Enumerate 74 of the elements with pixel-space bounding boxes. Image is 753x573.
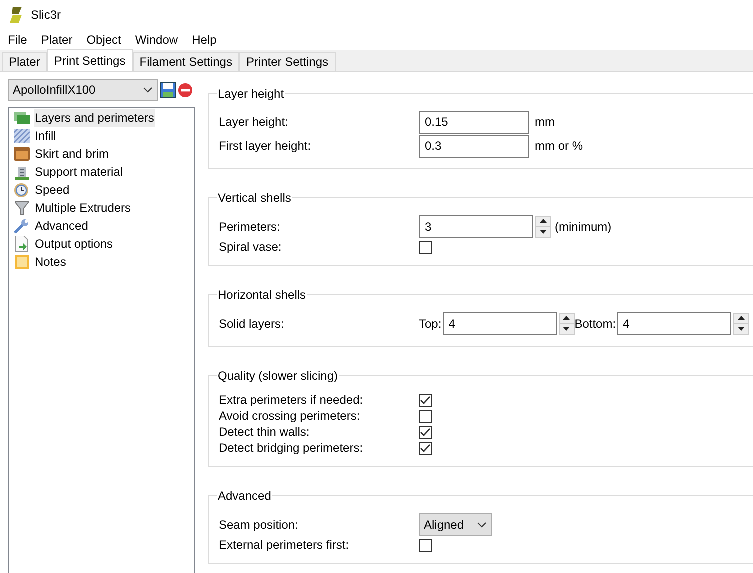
chevron-down-icon	[143, 87, 153, 93]
layers-icon	[14, 112, 30, 124]
check-icon	[420, 396, 431, 404]
input-field[interactable]: 0.15	[419, 110, 529, 134]
building-icon	[14, 164, 28, 180]
sidebar-item[interactable]: Advanced	[34, 217, 90, 235]
menu-item[interactable]: Plater	[34, 31, 80, 49]
funnel-icon	[14, 200, 28, 216]
field-label: Solid layers:	[219, 316, 286, 332]
field-label: Top:	[419, 316, 442, 332]
hatch-icon	[14, 129, 30, 143]
sidebar-item[interactable]: Output options	[34, 235, 114, 253]
menu-item[interactable]: Help	[185, 31, 224, 49]
input-field[interactable]: 4	[442, 312, 557, 335]
menu-item[interactable]: Object	[80, 31, 128, 49]
field-label: Detect bridging perimeters:	[219, 440, 364, 457]
menu-item[interactable]: File	[1, 31, 34, 49]
menu-item[interactable]: Window	[128, 31, 186, 49]
tab[interactable]: Print Settings	[47, 49, 133, 71]
preset-dropdown[interactable]: ApolloInfillX100	[8, 79, 158, 101]
checkbox[interactable]	[419, 394, 432, 406]
field-label: Spiral vase:	[219, 239, 283, 256]
spin-buttons[interactable]	[535, 216, 551, 238]
sidebar-item[interactable]: Layers and perimeters	[34, 109, 156, 127]
app-logo-icon	[9, 7, 23, 23]
wrench-icon	[14, 218, 30, 234]
tab[interactable]: Plater	[2, 52, 48, 71]
dropdown[interactable]: Aligned	[419, 513, 492, 536]
tab[interactable]: Filament Settings	[132, 52, 240, 71]
sidebar-item[interactable]: Speed	[34, 181, 71, 199]
input-field[interactable]: 0.3	[419, 134, 529, 158]
sidebar-item[interactable]: Skirt and brim	[34, 145, 110, 163]
field-label: Perimeters:	[219, 218, 282, 236]
window-title: Slic3r	[31, 7, 62, 24]
field-label: External perimeters first:	[219, 537, 350, 554]
checkbox[interactable]	[419, 538, 432, 552]
sidebar-item[interactable]: Support material	[34, 163, 124, 181]
checkbox[interactable]	[419, 240, 432, 254]
checkbox[interactable]	[419, 426, 432, 438]
delete-icon[interactable]	[178, 82, 193, 98]
sidebar-item[interactable]: Infill	[34, 127, 58, 145]
check-icon	[420, 444, 431, 452]
check-icon	[420, 428, 431, 436]
note-icon	[14, 255, 28, 269]
unit-label: mm or %	[535, 138, 583, 155]
field-label: Layer height:	[219, 114, 290, 131]
tab[interactable]: Printer Settings	[239, 52, 336, 71]
document-arrow-icon	[14, 236, 28, 252]
field-label: First layer height:	[219, 138, 312, 155]
sidebar-item[interactable]: Notes	[34, 253, 68, 271]
field-label: Bottom:	[574, 316, 616, 332]
field-label: Detect thin walls:	[219, 424, 311, 441]
spin-buttons[interactable]	[733, 312, 750, 334]
sidebar-item[interactable]: Multiple Extruders	[34, 199, 132, 217]
box-icon	[14, 147, 30, 161]
up-arrow-icon	[738, 316, 745, 320]
input-field[interactable]: 3	[419, 215, 533, 238]
down-arrow-icon	[738, 326, 745, 331]
input-field[interactable]: 4	[617, 312, 732, 335]
checkbox[interactable]	[419, 442, 432, 454]
field-label: Seam position:	[219, 516, 300, 534]
down-arrow-icon	[563, 326, 570, 331]
save-icon[interactable]	[160, 82, 176, 98]
up-arrow-icon	[563, 316, 570, 320]
field-label: Avoid crossing perimeters:	[219, 408, 362, 425]
up-arrow-icon	[540, 219, 546, 224]
clock-icon	[14, 182, 29, 198]
unit-label: mm	[535, 114, 555, 131]
chevron-down-icon	[477, 522, 487, 528]
unit-label: (minimum)	[555, 218, 612, 236]
checkbox[interactable]	[419, 410, 432, 422]
field-label: Extra perimeters if needed:	[219, 392, 364, 409]
down-arrow-icon	[540, 230, 546, 234]
spin-buttons[interactable]	[558, 312, 575, 334]
